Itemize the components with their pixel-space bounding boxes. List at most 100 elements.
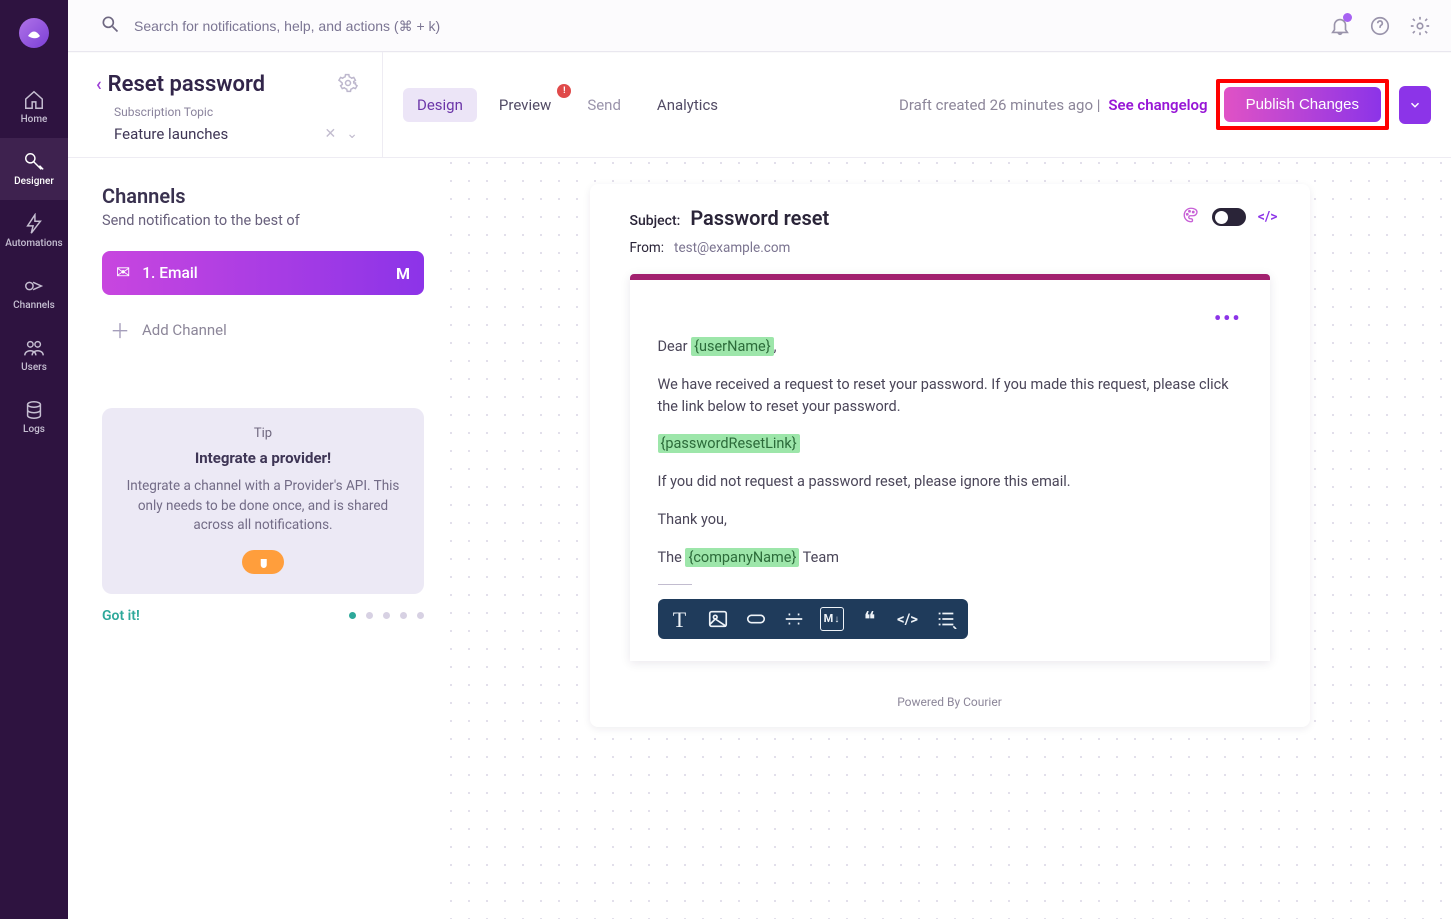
tip-title: Integrate a provider! [120,449,406,467]
view-toggle[interactable] [1212,208,1246,226]
email-content[interactable]: Dear {userName}, We have received a requ… [658,336,1242,639]
tip-body: Integrate a channel with a Provider's AP… [120,477,406,536]
app-logo[interactable] [19,18,49,48]
channel-email-label: 1. Email [142,264,384,282]
rail-item-designer[interactable]: Designer [0,138,68,200]
channels-sub: Send notification to the best of [102,212,424,229]
code-view-icon[interactable]: </> [1258,209,1278,225]
format-toolbar: T M ❝ </> [658,599,968,639]
var-reset-link[interactable]: {passwordResetLink} [658,434,800,453]
subheader-left: ‹ Reset password Subscription Topic Feat… [68,52,383,157]
tip-pagination[interactable] [349,612,424,619]
greeting-suffix: , [774,338,777,355]
got-it-button[interactable]: Got it! [102,608,140,624]
publish-dropdown-button[interactable] [1399,86,1431,124]
palette-icon[interactable] [1182,206,1200,228]
tab-send[interactable]: Send [573,88,635,122]
rail-label: Designer [14,176,54,187]
tip-card: Tip Integrate a provider! Integrate a ch… [102,408,424,594]
tip-label: Tip [120,426,406,441]
code-block-icon[interactable]: </> [896,607,920,631]
markdown-block-icon[interactable]: M [820,607,844,631]
channels-icon [23,276,45,300]
settings-icon[interactable] [1409,15,1431,37]
automations-icon [23,214,45,238]
bell-icon[interactable] [1329,15,1351,37]
subheader-right: Design Preview Send Analytics Draft crea… [383,52,1451,157]
dot-3[interactable] [383,612,390,619]
channels-pane: Channels Send notification to the best o… [68,158,448,919]
from-label: From: [630,240,665,256]
button-block-icon[interactable] [744,607,768,631]
clear-subtopic-icon[interactable]: ✕ [325,126,337,142]
subtopic-dropdown-icon[interactable]: ⌄ [346,126,358,142]
publish-highlight: Publish Changes [1216,79,1389,130]
tip-provider-badge[interactable] [242,550,284,574]
rail-item-logs[interactable]: Logs [0,386,68,448]
search-input[interactable] [134,18,1315,34]
email-body-editor[interactable]: ••• Dear {userName}, We have received a … [630,274,1270,661]
rail-label: Home [21,114,48,125]
topbar [68,0,1451,52]
tab-preview[interactable]: Preview [485,88,565,122]
canvas: Subject: Password reset From: test@examp… [448,158,1451,919]
sign-prefix: The [658,549,686,566]
dot-2[interactable] [366,612,373,619]
quote-block-icon[interactable]: ❝ [858,607,882,631]
email-icon: ✉ [116,263,130,283]
notification-dot [1343,13,1352,22]
home-icon [23,90,45,114]
more-icon[interactable]: ••• [1214,306,1242,330]
var-company[interactable]: {companyName} [685,548,799,567]
powered-by: Powered By Courier [630,695,1270,709]
help-icon[interactable] [1369,15,1391,37]
tabs: Design Preview Send Analytics [403,88,732,122]
page-title: Reset password [108,72,332,97]
main-area: ‹ Reset password Subscription Topic Feat… [68,0,1451,919]
rail-item-users[interactable]: Users [0,324,68,386]
tab-design[interactable]: Design [403,88,477,122]
list-block-icon[interactable] [934,607,958,631]
para-1: We have received a request to reset your… [658,374,1242,418]
see-changelog-link[interactable]: See changelog [1108,96,1207,114]
rail-item-home[interactable]: Home [0,76,68,138]
rail-label: Channels [13,300,55,311]
from-value[interactable]: test@example.com [674,240,790,256]
image-block-icon[interactable] [706,607,730,631]
tab-preview-label: Preview [499,96,551,114]
dot-5[interactable] [417,612,424,619]
rail-item-automations[interactable]: Automations [0,200,68,262]
subject-label: Subject: [630,213,681,229]
subject-value[interactable]: Password reset [690,206,829,230]
users-icon [23,338,45,362]
logs-icon [23,400,45,424]
email-card: Subject: Password reset From: test@examp… [590,184,1310,727]
tab-analytics[interactable]: Analytics [643,88,732,122]
plug-icon [254,555,272,569]
subtopic-value: Feature launches [114,125,315,143]
dot-1[interactable] [349,612,356,619]
body: Channels Send notification to the best o… [68,158,1451,919]
search-icon[interactable] [100,14,120,38]
plus-icon: ＋ [110,315,128,344]
var-username[interactable]: {userName} [691,337,774,356]
draft-status: Draft created 26 minutes ago | [899,96,1100,114]
notification-settings-icon[interactable] [338,73,358,97]
rail-label: Logs [23,424,45,435]
rail-label: Automations [5,238,62,249]
text-block-icon[interactable]: T [668,607,692,631]
provider-badge-icon: M [396,264,410,283]
divider-block-icon[interactable] [782,607,806,631]
channel-email[interactable]: ✉ 1. Email M [102,251,424,295]
rail-item-channels[interactable]: Channels [0,262,68,324]
thank-you: Thank you, [658,509,1242,531]
channels-heading: Channels [102,184,424,208]
designer-icon [23,152,45,176]
alert-dot-icon [557,84,571,98]
publish-button[interactable]: Publish Changes [1224,87,1381,122]
add-channel-label: Add Channel [142,321,227,339]
para-2: If you did not request a password reset,… [658,471,1242,493]
add-channel-button[interactable]: ＋ Add Channel [102,309,424,350]
back-button[interactable]: ‹ [96,74,102,95]
dot-4[interactable] [400,612,407,619]
